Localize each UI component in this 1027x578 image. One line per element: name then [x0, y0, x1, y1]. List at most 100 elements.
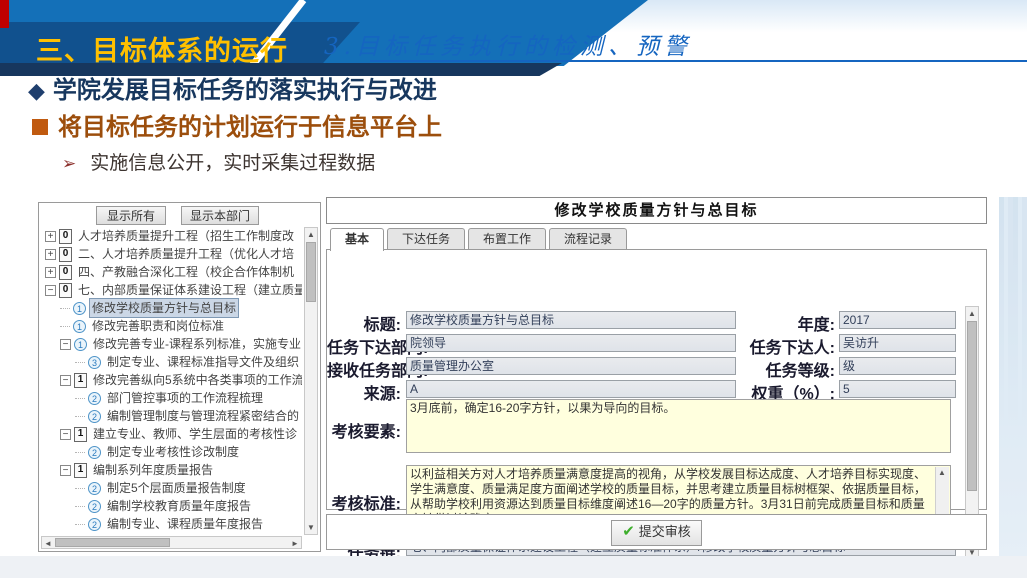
form-vscroll-thumb[interactable] [967, 321, 977, 491]
form-body: 标题:修改学校质量方针与总目标年度:2017任务下达部门:院领导任务下达人:吴访… [326, 249, 987, 510]
tree-item-label: 修改完善职责和岗位标准 [90, 317, 226, 335]
tree-item[interactable]: −0七、内部质量保证体系建设工程（建立质量 [41, 281, 302, 299]
tree-item[interactable]: −1 编制系列年度质量报告 [41, 461, 302, 479]
field-label: 任务等级: [727, 357, 835, 381]
circle-number-icon: 2 [88, 500, 101, 513]
box-number-icon: 1 [74, 373, 87, 388]
tree-item[interactable]: 2制定5个层面质量报告制度 [41, 479, 302, 497]
box-number-icon: 1 [74, 463, 87, 478]
field-label: 来源: [327, 380, 401, 404]
field-input[interactable]: 吴访升 [839, 334, 956, 352]
tree-item[interactable]: 1 修改学校质量方针与总目标 [41, 299, 302, 317]
tree-item-label: 制定专业、课程标准指导文件及组织 [105, 353, 301, 371]
circle-number-icon: 1 [73, 302, 86, 315]
diamond-bullet-icon: ◆ [28, 78, 45, 103]
tree-item[interactable]: 2编制管理制度与管理流程紧密结合的 [41, 407, 302, 425]
tree-item[interactable]: 2制定专业考核性诊改制度 [41, 443, 302, 461]
tree-hscroll-thumb[interactable] [55, 538, 170, 547]
assess-elements-textarea[interactable]: 3月底前，确定16-20字方针，以果为导向的目标。 [406, 399, 951, 453]
tree-item-label: 制定专业考核性诊改制度 [105, 443, 241, 461]
box-number-icon: 0 [59, 229, 72, 244]
tree-item[interactable]: 2编制专业、课程质量年度报告 [41, 515, 302, 533]
assess-standard-label: 考核标准: [327, 490, 401, 514]
tree-item-label: 编制系列年度质量报告 [91, 461, 215, 479]
tree-connector [60, 308, 70, 309]
field-input[interactable]: 质量管理办公室 [406, 357, 736, 375]
tree-item[interactable]: 2部门管控事项的工作流程梳理 [41, 389, 302, 407]
expand-icon[interactable]: + [45, 231, 56, 242]
field-input[interactable]: 修改学校质量方针与总目标 [406, 311, 736, 329]
circle-number-icon: 2 [88, 392, 101, 405]
form-button-bar: ✔提交审核 [326, 514, 987, 550]
form-tab-1[interactable]: 下达任务 [387, 228, 465, 249]
tree-item[interactable]: −1 建立专业、教师、学生层面的考核性诊 [41, 425, 302, 443]
scroll-down-icon[interactable]: ▼ [305, 522, 317, 533]
tree-connector [60, 326, 70, 327]
red-corner-accent [0, 0, 9, 28]
form-tab-0[interactable]: 基本 [330, 228, 384, 251]
scroll-left-icon[interactable]: ◄ [42, 538, 54, 549]
square-bullet-icon [32, 119, 48, 135]
show-department-button[interactable]: 显示本部门 [181, 206, 259, 225]
collapse-icon[interactable]: − [60, 429, 71, 440]
tree-item[interactable]: 1修改完善职责和岗位标准 [41, 317, 302, 335]
form-title: 修改学校质量方针与总目标 [326, 197, 987, 224]
tree-item-label: 人才培养质量提升工程（招生工作制度改 [76, 227, 296, 245]
skyline-watermark [999, 197, 1027, 556]
tree-connector [75, 398, 85, 399]
scroll-up-icon[interactable]: ▲ [966, 308, 978, 319]
tree-item[interactable]: −1 修改完善专业-课程系列标准，实施专业 [41, 335, 302, 353]
scroll-up-icon[interactable]: ▲ [305, 229, 317, 240]
collapse-icon[interactable]: − [45, 285, 56, 296]
box-number-icon: 1 [74, 427, 87, 442]
field-input[interactable]: 院领导 [406, 334, 736, 352]
tree-item[interactable]: 3 制定专业、课程标准指导文件及组织 [41, 353, 302, 371]
arrow-bullet-icon: ➢ [62, 154, 76, 173]
tree-item-label: 制定5个层面质量报告制度 [105, 479, 248, 497]
tree-item[interactable]: +0 四、产教融合深化工程（校企合作体制机 [41, 263, 302, 281]
tree-connector [75, 524, 85, 525]
bullet-1-text: 学院发展目标任务的落实执行与改进 [53, 77, 437, 104]
field-label: 任务下达人: [727, 334, 835, 358]
collapse-icon[interactable]: − [60, 339, 71, 350]
task-form-panel: 修改学校质量方针与总目标 基本下达任务布置工作流程记录 标题:修改学校质量方针与… [326, 197, 987, 555]
show-all-button[interactable]: 显示所有 [96, 206, 166, 225]
tree-connector [75, 452, 85, 453]
bullet-2-text: 将目标任务的计划运行于信息平台上 [58, 114, 442, 141]
field-label: 接收任务部门: [327, 357, 401, 381]
tree-item[interactable]: +0 人才培养质量提升工程（招生工作制度改 [41, 227, 302, 245]
tree-item-label: 修改学校质量方针与总目标 [90, 299, 238, 317]
field-input[interactable]: 2017 [839, 311, 956, 329]
form-tab-3[interactable]: 流程记录 [549, 228, 627, 249]
tree-vscroll-thumb[interactable] [306, 242, 316, 302]
expand-icon[interactable]: + [45, 249, 56, 260]
tree-item-label: 建立专业、教师、学生层面的考核性诊 [91, 425, 299, 443]
tree-item[interactable]: 2编制学校教育质量年度报告 [41, 497, 302, 515]
expand-icon[interactable]: + [45, 267, 56, 278]
tree-horizontal-scrollbar[interactable]: ◄ ► [41, 536, 302, 549]
circle-number-icon: 1 [74, 338, 87, 351]
circle-number-icon: 3 [88, 356, 101, 369]
submit-review-button[interactable]: ✔提交审核 [611, 520, 702, 546]
slide: 三、目标体系的运行 3.目标任务执行的检测、预警 ◆学院发展目标任务的落实执行与… [0, 0, 1027, 578]
submit-button-label: 提交审核 [639, 524, 691, 539]
tree-connector [75, 416, 85, 417]
scroll-up-icon[interactable]: ▲ [936, 467, 948, 478]
tree-connector [75, 362, 85, 363]
field-input[interactable]: 5 [839, 380, 956, 398]
field-input[interactable]: A [406, 380, 736, 398]
tree-vertical-scrollbar[interactable]: ▲ ▼ [304, 227, 318, 535]
box-number-icon: 0 [59, 247, 72, 262]
tree-item-label: 四、产教融合深化工程（校企合作体制机 [76, 263, 296, 281]
tree-item[interactable]: −1修改完善纵向5系统中各类事项的工作流 [41, 371, 302, 389]
tree-item[interactable]: +0二、人才培养质量提升工程（优化人才培 [41, 245, 302, 263]
collapse-icon[interactable]: − [60, 465, 71, 476]
circle-number-icon: 2 [88, 410, 101, 423]
collapse-icon[interactable]: − [60, 375, 71, 386]
box-number-icon: 0 [59, 265, 72, 280]
field-input[interactable]: 级 [839, 357, 956, 375]
bullet-3-text: 实施信息公开，实时采集过程数据 [90, 153, 375, 174]
tree-item-label: 修改完善专业-课程系列标准，实施专业 [91, 335, 302, 353]
form-tab-2[interactable]: 布置工作 [468, 228, 546, 249]
scroll-right-icon[interactable]: ► [289, 538, 301, 549]
